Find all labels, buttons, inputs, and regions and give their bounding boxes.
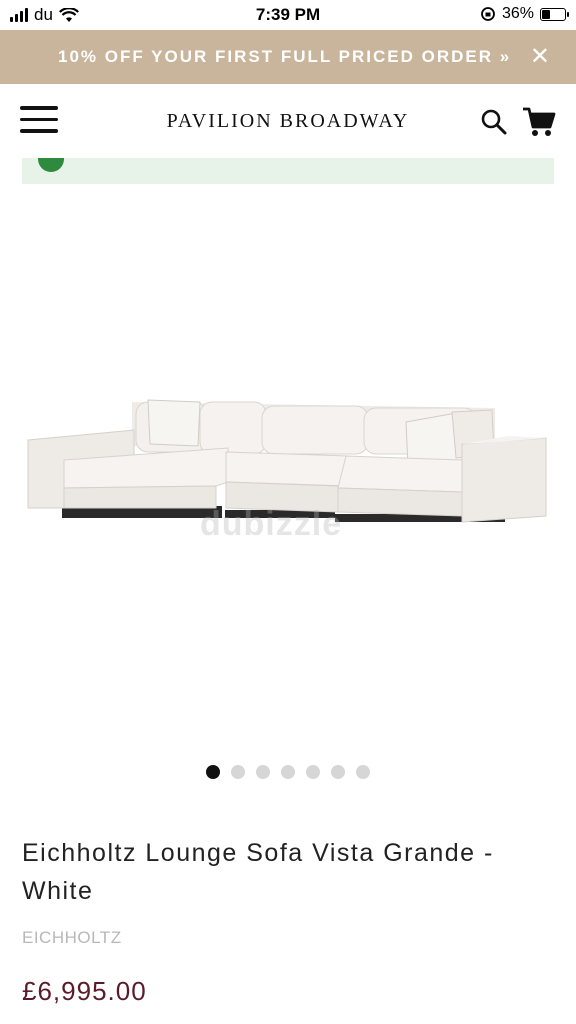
promo-banner[interactable]: 10% OFF YOUR FIRST FULL PRICED ORDER » ✕ [0,30,576,84]
sofa-image [27,399,547,523]
status-bar: du 7:39 PM 36% [0,0,576,30]
site-header: PAVILION BROADWAY [0,84,576,158]
product-price: £6,995.00 [22,976,147,1006]
check-icon [38,158,64,172]
notice-bar [22,158,554,184]
carousel-dots [0,765,576,779]
promo-text[interactable]: 10% OFF YOUR FIRST FULL PRICED ORDER » [58,47,511,67]
product-vendor[interactable]: EICHHOLTZ [22,928,122,948]
carousel-dot[interactable] [356,765,370,779]
carousel-dot[interactable] [206,765,220,779]
product-title: Eichholtz Lounge Sofa Vista Grande - Whi… [22,839,494,905]
battery-percent: 36% [501,5,534,22]
carousel-dot[interactable] [281,765,295,779]
status-right: 36% [480,5,569,23]
carousel-dot[interactable] [331,765,345,779]
battery-icon [540,7,569,21]
cart-icon[interactable] [522,106,556,138]
search-icon[interactable] [480,108,508,136]
watermark: dubizzle [200,505,343,543]
carousel-dot[interactable] [306,765,320,779]
orientation-lock-icon [481,7,495,21]
carousel-dot[interactable] [256,765,270,779]
carousel-dot[interactable] [231,765,245,779]
close-icon[interactable]: ✕ [530,42,550,71]
product-image[interactable]: dubizzle [0,190,576,750]
